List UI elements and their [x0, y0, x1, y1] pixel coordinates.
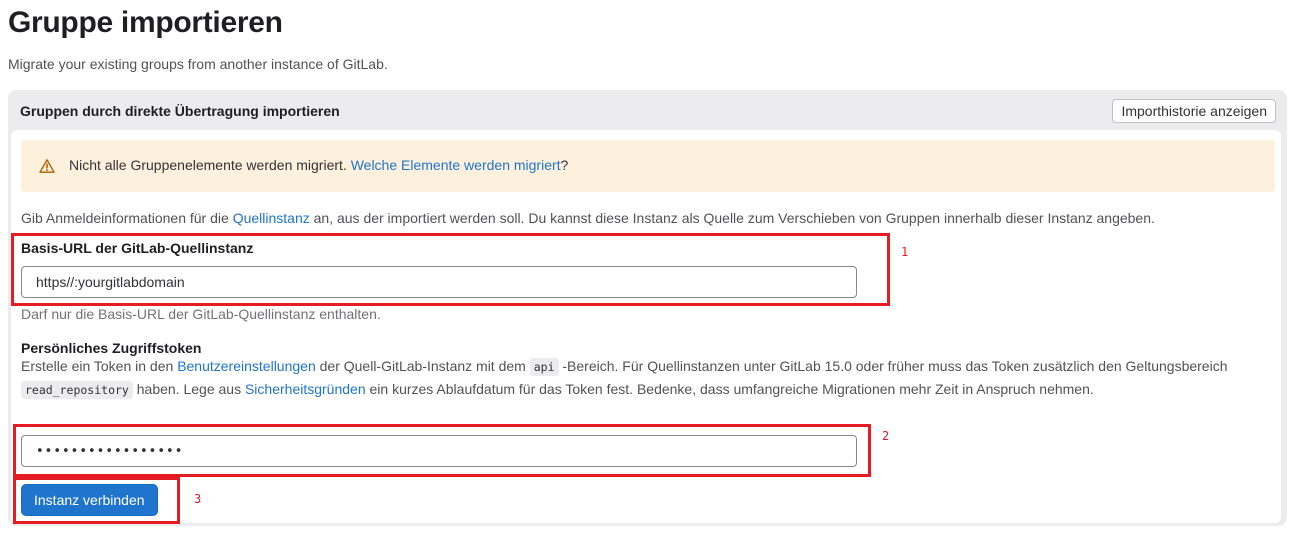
view-import-history-button[interactable]: Importhistorie anzeigen [1112, 99, 1276, 123]
alert-message: Nicht alle Gruppenelemente werden migrie… [69, 157, 568, 173]
intro-after: an, aus der importiert werden soll. Du k… [309, 210, 1155, 226]
api-scope-code: api [529, 358, 559, 376]
access-token-description: Erstelle ein Token in den Benutzereinste… [21, 356, 1251, 401]
intro-before: Gib Anmeldeinformationen für die [21, 210, 233, 226]
intro-text: Gib Anmeldeinformationen für die Quellin… [21, 210, 1155, 226]
alert-text: Nicht alle Gruppenelemente werden migrie… [69, 157, 351, 173]
card-header: Gruppen durch direkte Übertragung import… [8, 90, 1287, 130]
card-title: Gruppen durch direkte Übertragung import… [20, 103, 340, 119]
annotation-label-1: 1 [901, 245, 909, 259]
annotation-box-3 [13, 477, 180, 524]
page-subtitle: Migrate your existing groups from anothe… [8, 56, 388, 72]
user-settings-link[interactable]: Benutzereinstellungen [177, 358, 316, 374]
access-token-label: Persönliches Zugriffstoken [21, 340, 202, 356]
page-title: Gruppe importieren [8, 6, 283, 39]
token-desc-4: haben. Lege aus [132, 380, 245, 397]
alert-suffix: ? [560, 157, 569, 173]
source-instance-link[interactable]: Quellinstanz [233, 210, 310, 226]
base-url-help: Darf nur die Basis-URL der GitLab-Quelli… [21, 306, 381, 322]
annotation-box-2 [13, 424, 871, 477]
token-desc-3: -Bereich. Für Quellinstanzen unter GitLa… [558, 358, 1228, 374]
migrated-items-link[interactable]: Welche Elemente werden migriert [351, 157, 561, 173]
token-desc-2: der Quell-GitLab-Instanz mit dem [315, 358, 530, 374]
warning-alert: Nicht alle Gruppenelemente werden migrie… [21, 140, 1275, 192]
warning-icon [39, 158, 55, 174]
token-desc-5: ein kurzes Ablaufdatum für das Token fes… [365, 380, 1094, 397]
read-repository-scope-code: read_repository [21, 380, 133, 399]
security-reasons-link[interactable]: Sicherheitsgründen [245, 381, 366, 397]
annotation-label-2: 2 [882, 429, 890, 443]
annotation-box-1 [11, 233, 890, 306]
token-desc-1: Erstelle ein Token in den [21, 358, 178, 374]
annotation-label-3: 3 [194, 492, 202, 506]
